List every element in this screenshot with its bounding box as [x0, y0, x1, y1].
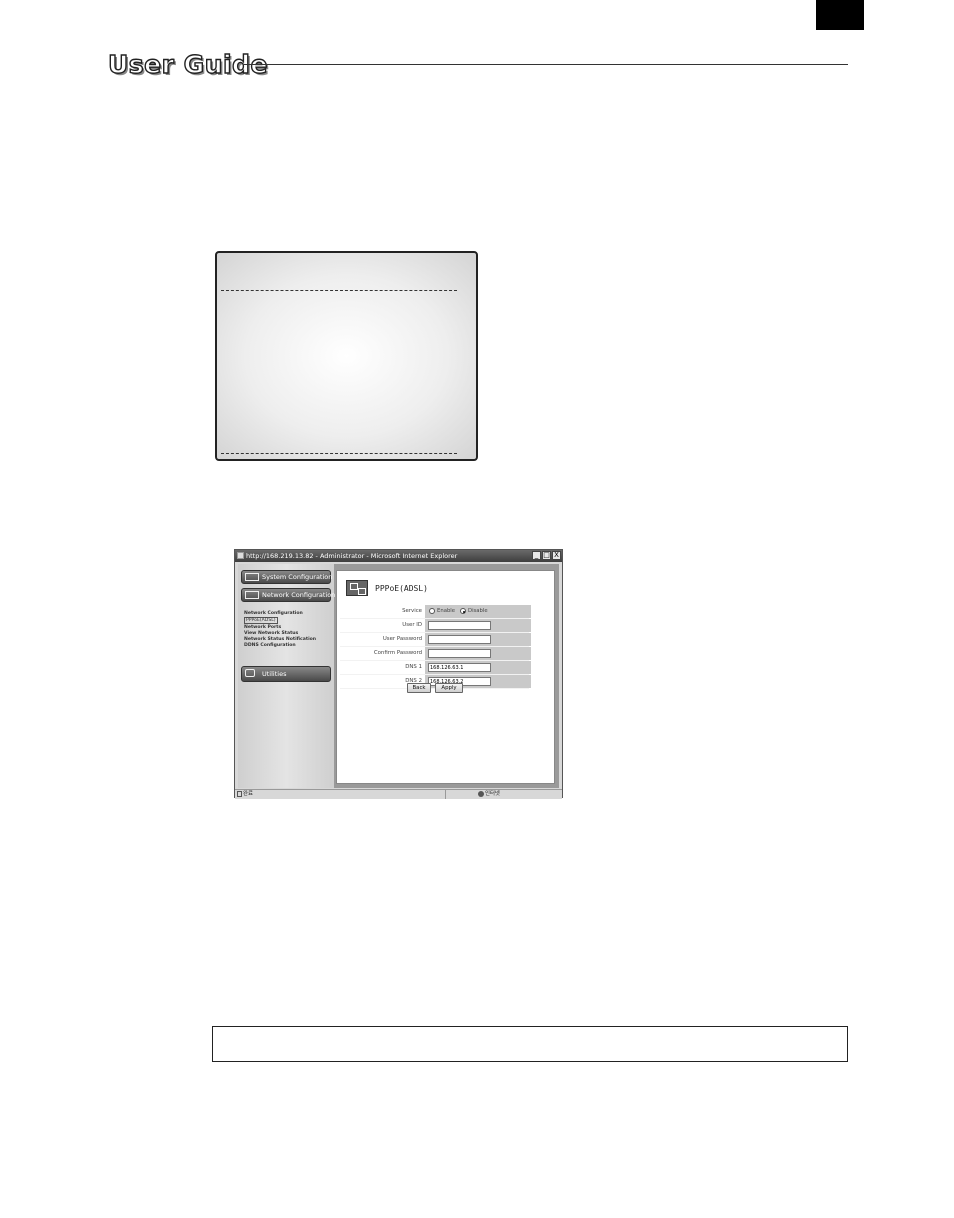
zone-text: 인터넷 — [485, 791, 500, 797]
service-enable-radio[interactable] — [429, 608, 435, 614]
page-title: PPPoE(ADSL) — [375, 584, 428, 593]
service-disable-radio[interactable] — [460, 608, 466, 614]
status-text: 완료 — [243, 791, 253, 797]
pppoe-form: Service Enable Disable User ID User Pass… — [340, 605, 531, 689]
service-row: Service Enable Disable — [340, 605, 531, 619]
sidebar: System Configuration Network Configurati… — [238, 564, 335, 788]
sidebar-link-pppoe[interactable]: PPPoE(ADSL) — [244, 617, 278, 625]
back-button[interactable]: Back — [407, 683, 431, 693]
user-password-label: User Password — [382, 636, 422, 642]
dns1-label: DNS 1 — [405, 664, 422, 670]
content-panel: PPPoE(ADSL) Service Enable Disable User … — [336, 570, 555, 784]
browser-viewport: System Configuration Network Configurati… — [238, 564, 559, 788]
confirm-password-input[interactable] — [428, 649, 491, 658]
internet-zone-icon — [478, 791, 484, 797]
status-bar: 완료 인터넷 — [235, 789, 562, 799]
service-label: Service — [402, 608, 422, 614]
user-id-row: User ID — [340, 619, 531, 633]
page-done-icon — [237, 791, 242, 797]
system-configuration-label: System Configuration — [262, 573, 333, 581]
note-box — [215, 251, 478, 461]
minimize-button[interactable]: _ — [532, 551, 541, 560]
user-password-input[interactable] — [428, 635, 491, 644]
network-configuration-button[interactable]: Network Configuration — [241, 588, 335, 602]
service-disable-label: Disable — [468, 608, 488, 614]
browser-window: http://168.219.13.82 - Administrator - M… — [234, 549, 563, 799]
dashed-divider — [221, 290, 457, 291]
network-icon — [346, 580, 368, 596]
top-black-tab — [107, 0, 864, 30]
service-value: Enable Disable — [425, 605, 531, 618]
dns1-input[interactable] — [428, 663, 491, 672]
confirm-password-row: Confirm Password — [340, 647, 531, 661]
browser-title: http://168.219.13.82 - Administrator - M… — [246, 552, 458, 560]
ie-app-icon — [237, 552, 244, 559]
utilities-button[interactable]: Utilities — [241, 666, 331, 682]
user-id-label: User ID — [402, 622, 422, 628]
service-enable-label: Enable — [437, 608, 456, 614]
user-password-row: User Password — [340, 633, 531, 647]
tools-icon — [245, 669, 255, 677]
monitor-icon — [245, 573, 259, 581]
sidebar-links: Network Configuration PPPoE(ADSL) Networ… — [244, 611, 316, 650]
sidebar-link-ddns-configuration[interactable]: DDNS Configuration — [244, 643, 316, 649]
dns1-row: DNS 1 — [340, 661, 531, 675]
confirm-password-label: Confirm Password — [373, 650, 422, 656]
apply-button[interactable]: Apply — [435, 683, 463, 693]
network-configuration-label: Network Configuration — [262, 591, 336, 599]
browser-titlebar: http://168.219.13.82 - Administrator - M… — [235, 550, 562, 562]
maximize-button[interactable]: □ — [542, 551, 551, 560]
network-icon — [245, 591, 259, 599]
status-divider — [445, 790, 446, 799]
header-rule — [244, 64, 848, 65]
system-configuration-button[interactable]: System Configuration — [241, 570, 333, 584]
user-id-input[interactable] — [428, 621, 491, 630]
utilities-label: Utilities — [262, 670, 287, 678]
dashed-divider — [221, 453, 457, 454]
close-button[interactable]: X — [552, 551, 561, 560]
bottom-note-box — [212, 1026, 848, 1062]
